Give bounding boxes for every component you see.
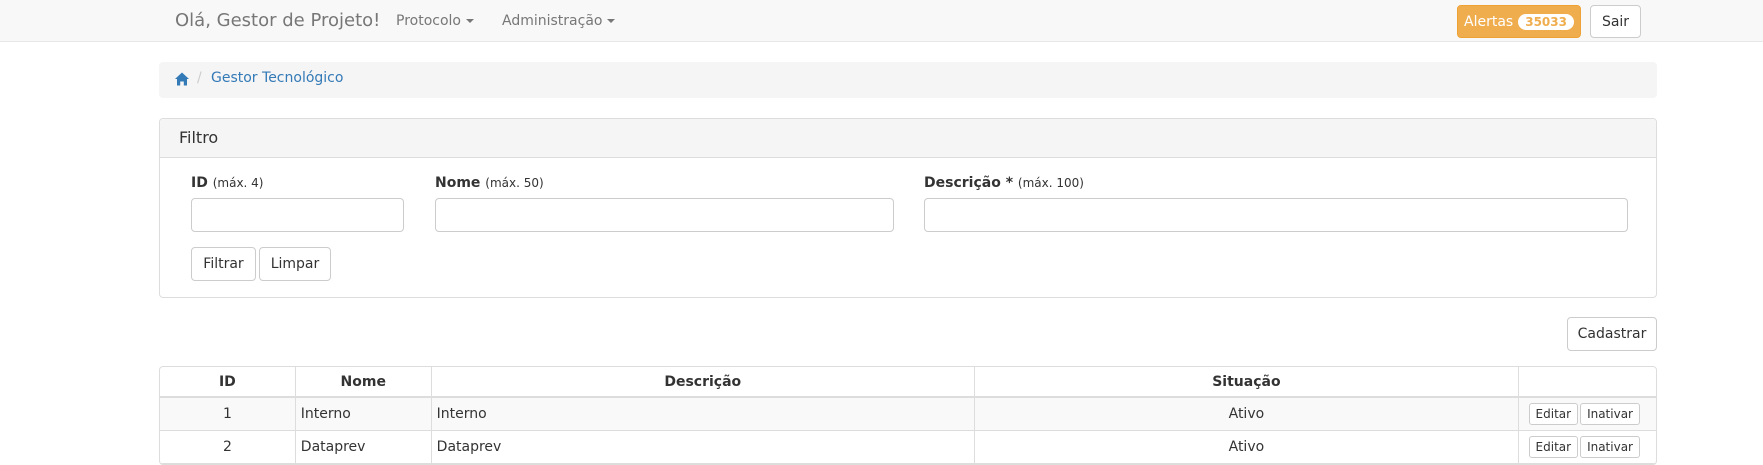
- caret-down-icon: [465, 19, 474, 23]
- alerts-label: Alertas: [1464, 13, 1514, 30]
- clear-button[interactable]: Limpar: [259, 247, 331, 281]
- cell-actions: Editar Inativar: [1518, 431, 1656, 464]
- alerts-button[interactable]: Alertas 35033: [1457, 5, 1581, 38]
- results-table: ID Nome Descrição Situação 1 Interno Int…: [159, 366, 1657, 465]
- cell-actions: Editar Inativar: [1518, 398, 1656, 431]
- column-header-nome[interactable]: Nome: [295, 367, 432, 398]
- filter-button[interactable]: Filtrar: [191, 247, 256, 281]
- cell-nome: Interno: [295, 398, 432, 431]
- logout-button[interactable]: Sair: [1590, 5, 1641, 38]
- filter-panel: Filtro ID (máx. 4) Nome (máx. 50) Descri…: [159, 118, 1657, 298]
- menu-administracao[interactable]: Administração: [502, 13, 616, 29]
- deactivate-button[interactable]: Inativar: [1580, 436, 1640, 458]
- nome-field-label: Nome (máx. 50): [435, 175, 544, 191]
- id-label-text: ID: [191, 175, 208, 191]
- deactivate-button[interactable]: Inativar: [1580, 403, 1640, 425]
- navbar-brand[interactable]: Olá, Gestor de Projeto!: [175, 10, 380, 31]
- breadcrumb-gestor-tecnologico[interactable]: Gestor Tecnológico: [211, 70, 343, 86]
- nome-label-text: Nome: [435, 175, 481, 191]
- menu-protocolo[interactable]: Protocolo: [396, 13, 474, 29]
- id-input[interactable]: [191, 198, 404, 232]
- id-field-label: ID (máx. 4): [191, 175, 264, 191]
- cell-nome: Dataprev: [295, 431, 432, 464]
- descricao-label-hint: (máx. 100): [1017, 176, 1084, 190]
- table-row: 2 Dataprev Dataprev Ativo Editar Inativar: [160, 431, 1656, 464]
- nome-input[interactable]: [435, 198, 894, 232]
- cell-descricao: Dataprev: [431, 431, 975, 464]
- home-icon[interactable]: [174, 71, 190, 87]
- cell-descricao: Interno: [431, 398, 975, 431]
- table-header-row: ID Nome Descrição Situação: [160, 367, 1656, 398]
- filter-panel-title: Filtro: [160, 119, 1656, 158]
- cell-id: 1: [160, 398, 296, 431]
- breadcrumb: / Gestor Tecnológico: [159, 62, 1657, 98]
- register-button[interactable]: Cadastrar: [1567, 317, 1657, 351]
- descricao-input[interactable]: [924, 198, 1628, 232]
- breadcrumb-separator: /: [197, 70, 202, 86]
- menu-protocolo-label: Protocolo: [396, 13, 461, 29]
- menu-administracao-label: Administração: [502, 13, 603, 29]
- cell-situacao: Ativo: [974, 431, 1519, 464]
- caret-down-icon: [607, 19, 616, 23]
- top-navbar: Olá, Gestor de Projeto! Protocolo Admini…: [0, 0, 1763, 42]
- column-header-actions: [1518, 367, 1656, 398]
- nome-label-hint: (máx. 50): [485, 176, 544, 190]
- column-header-situacao[interactable]: Situação: [974, 367, 1519, 398]
- descricao-field-label: Descrição * (máx. 100): [924, 175, 1084, 191]
- edit-button[interactable]: Editar: [1528, 403, 1579, 425]
- cell-id: 2: [160, 431, 296, 464]
- edit-button[interactable]: Editar: [1528, 436, 1579, 458]
- descricao-label-text: Descrição *: [924, 175, 1014, 191]
- cell-situacao: Ativo: [974, 398, 1519, 431]
- column-header-descricao[interactable]: Descrição: [431, 367, 975, 398]
- table-row: 1 Interno Interno Ativo Editar Inativar: [160, 398, 1656, 431]
- column-header-id[interactable]: ID: [160, 367, 296, 398]
- id-label-hint: (máx. 4): [212, 176, 264, 190]
- alerts-count-badge: 35033: [1518, 13, 1574, 30]
